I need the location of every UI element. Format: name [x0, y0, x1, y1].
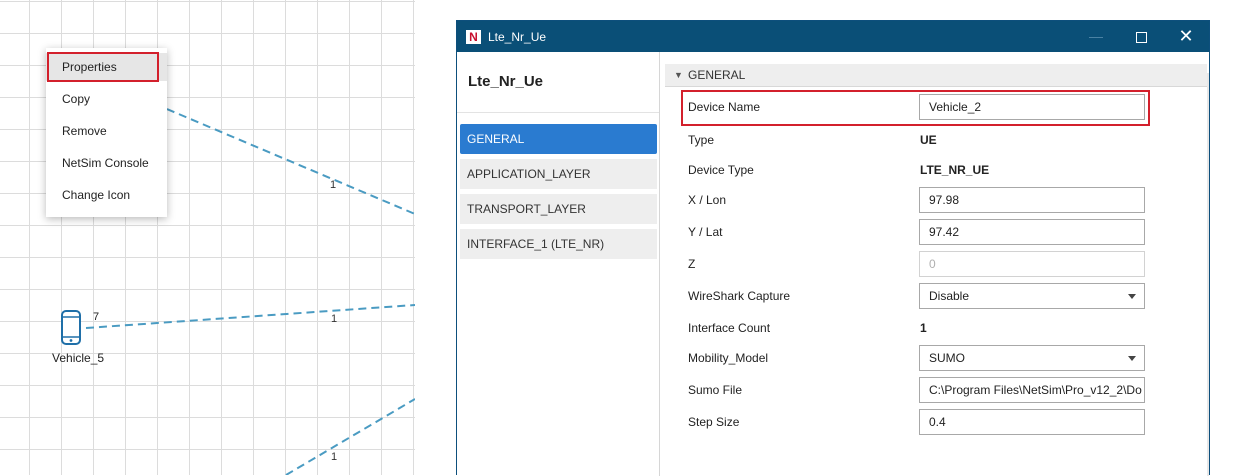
section-title: GENERAL	[688, 68, 746, 82]
link-line[interactable]	[285, 398, 415, 475]
menu-item-properties[interactable]: Properties	[46, 53, 167, 81]
device-id: 7	[93, 311, 100, 323]
collapse-arrow-icon: ▼	[674, 70, 683, 80]
type-label: Type	[688, 133, 715, 147]
y-lat-label: Y / Lat	[688, 225, 723, 239]
device-name-label: Vehicle_5	[52, 351, 105, 365]
title-bar[interactable]: N Lte_Nr_Ue — ✕	[457, 21, 1209, 52]
sidebar: Lte_Nr_Ue GENERAL APPLICATION_LAYER TRAN…	[457, 52, 660, 476]
divider	[457, 112, 659, 113]
maximize-icon	[1135, 31, 1147, 43]
sidebar-item-transport-layer[interactable]: TRANSPORT_LAYER	[460, 194, 657, 224]
maximize-button[interactable]	[1118, 21, 1164, 52]
minimize-button[interactable]: —	[1073, 21, 1119, 52]
chevron-down-icon	[1128, 294, 1136, 299]
link-line[interactable]	[154, 103, 415, 215]
sidebar-item-general[interactable]: GENERAL	[460, 124, 657, 154]
x-lon-input[interactable]: 97.98	[919, 187, 1145, 213]
phone-icon	[61, 310, 81, 345]
mobility-model-value: SUMO	[929, 351, 965, 365]
link-label: 1	[331, 451, 338, 463]
interface-count-value: 1	[920, 321, 927, 335]
mobility-model-label: Mobility_Model	[688, 351, 769, 365]
device-name-input[interactable]: Vehicle_2	[919, 94, 1145, 120]
link-label: 1	[331, 313, 338, 325]
context-menu: Properties Copy Remove NetSim Console Ch…	[46, 48, 167, 217]
y-lat-input[interactable]: 97.42	[919, 219, 1145, 245]
menu-item-netsim-console[interactable]: NetSim Console	[46, 149, 167, 177]
step-size-label: Step Size	[688, 415, 740, 429]
device-node-vehicle-5[interactable]: 7 Vehicle_5	[52, 309, 106, 369]
x-lon-label: X / Lon	[688, 193, 727, 207]
menu-item-copy[interactable]: Copy	[46, 85, 167, 113]
properties-dialog: N Lte_Nr_Ue — ✕ Lte_Nr_Ue GENERAL APPLIC…	[456, 20, 1210, 476]
sidebar-title: Lte_Nr_Ue	[468, 73, 544, 90]
sumo-file-label: Sumo File	[688, 383, 743, 397]
wireshark-capture-label: WireShark Capture	[688, 289, 791, 303]
step-size-input[interactable]: 0.4	[919, 409, 1145, 435]
wireshark-capture-value: Disable	[929, 289, 970, 303]
section-header-general[interactable]: ▼ GENERAL	[665, 64, 1207, 87]
interface-count-label: Interface Count	[688, 321, 771, 335]
scrollbar[interactable]	[1207, 73, 1209, 476]
sidebar-item-interface-1[interactable]: INTERFACE_1 (LTE_NR)	[460, 229, 657, 259]
type-value: UE	[920, 133, 937, 147]
z-input: 0	[919, 251, 1145, 277]
close-button[interactable]: ✕	[1163, 21, 1209, 52]
device-type-label: Device Type	[688, 163, 754, 177]
chevron-down-icon	[1128, 356, 1136, 361]
sumo-file-input[interactable]: C:\Program Files\NetSim\Pro_v12_2\Do	[919, 377, 1145, 403]
menu-item-change-icon[interactable]: Change Icon	[46, 181, 167, 209]
properties-panel: ▼ GENERAL Device Name Vehicle_2 Type UE …	[662, 52, 1209, 476]
app-logo-icon: N	[466, 30, 481, 44]
device-type-value: LTE_NR_UE	[920, 163, 990, 177]
wireshark-capture-select[interactable]: Disable	[919, 283, 1145, 309]
device-name-label: Device Name	[688, 100, 761, 114]
z-label: Z	[688, 257, 696, 271]
link-line[interactable]	[85, 304, 415, 329]
link-label: 1	[330, 179, 337, 191]
window-title: Lte_Nr_Ue	[488, 30, 547, 44]
sidebar-item-application-layer[interactable]: APPLICATION_LAYER	[460, 159, 657, 189]
network-canvas[interactable]: 1 1 1 7 Vehicle_5 Properties Copy Remove…	[0, 0, 415, 475]
mobility-model-select[interactable]: SUMO	[919, 345, 1145, 371]
menu-item-remove[interactable]: Remove	[46, 117, 167, 145]
